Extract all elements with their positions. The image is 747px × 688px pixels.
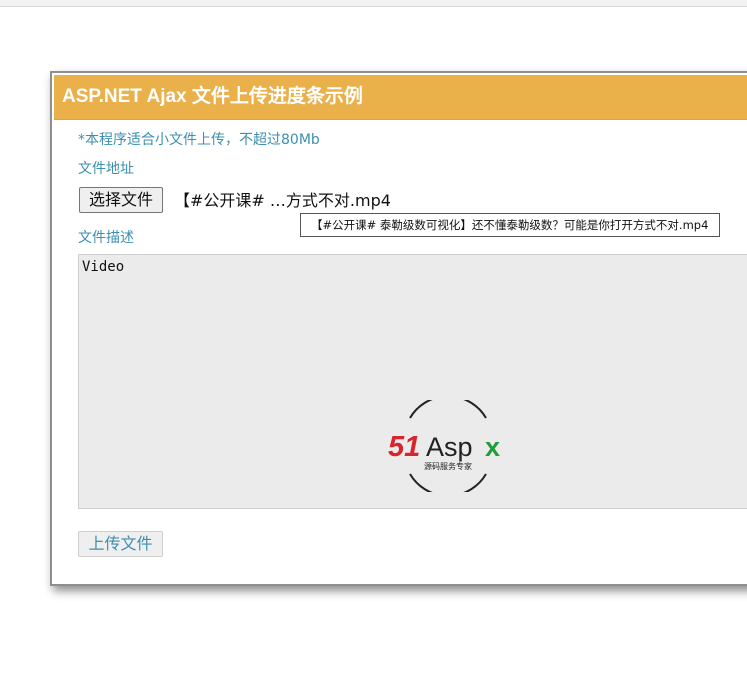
selected-file-name: 【#公开课# …方式不对.mp4 xyxy=(174,191,391,210)
page-title: ASP.NET Ajax 文件上传进度条示例 xyxy=(62,86,363,107)
logo-text-51: 51 xyxy=(388,431,420,463)
watermark-logo: 51 Asp x 源码服务专家 xyxy=(388,400,500,492)
file-name-tooltip: 【#公开课# 泰勒级数可视化】还不懂泰勒级数？可能是你打开方式不对.mp4 xyxy=(300,213,720,237)
upload-panel: ASP.NET Ajax 文件上传进度条示例 *本程序适合小文件上传，不超过80… xyxy=(50,71,747,586)
upload-file-button[interactable]: 上传文件 xyxy=(78,531,163,557)
logo-tagline: 源码服务专家 xyxy=(424,461,472,471)
size-limit-note: *本程序适合小文件上传，不超过80Mb xyxy=(78,132,320,148)
logo-ring-bottom xyxy=(409,473,487,492)
logo-text-asp: Asp xyxy=(426,432,473,462)
panel-header: ASP.NET Ajax 文件上传进度条示例 xyxy=(54,75,747,120)
logo-text-x: x xyxy=(485,432,500,462)
file-description-label: 文件描述 xyxy=(78,230,134,246)
browser-chrome-edge xyxy=(0,0,747,7)
logo-ring-top xyxy=(409,400,487,419)
file-address-label: 文件地址 xyxy=(78,161,134,177)
file-description-value: Video xyxy=(82,259,125,275)
choose-file-button[interactable]: 选择文件 xyxy=(79,187,163,213)
